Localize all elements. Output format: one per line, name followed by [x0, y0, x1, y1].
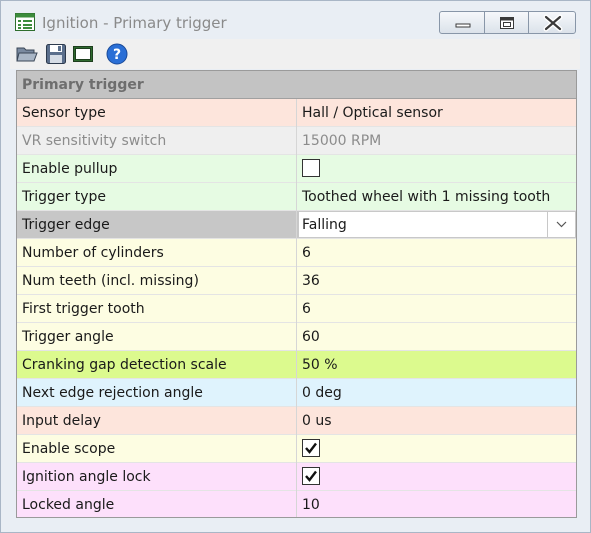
property-name: Num teeth (incl. missing)	[22, 273, 199, 289]
checkmark-icon	[305, 470, 317, 482]
close-button[interactable]	[528, 11, 576, 34]
column-divider	[296, 351, 297, 379]
property-row[interactable]: Enable pullup	[17, 155, 576, 183]
property-value[interactable]: 0 us	[302, 413, 332, 429]
checkmark-icon	[305, 442, 317, 454]
panel-icon[interactable]	[72, 43, 94, 65]
property-value[interactable]: Toothed wheel with 1 missing tooth	[302, 189, 550, 205]
property-row[interactable]: Next edge rejection angle 0 deg	[17, 379, 576, 407]
property-value[interactable]: 36	[302, 273, 320, 289]
property-value[interactable]: Hall / Optical sensor	[302, 105, 443, 121]
property-row[interactable]: Ignition angle lock	[17, 463, 576, 491]
property-name: Trigger angle	[22, 329, 114, 345]
chevron-down-icon	[556, 221, 567, 228]
property-name: Enable scope	[22, 441, 116, 457]
property-checkbox[interactable]	[302, 439, 320, 457]
property-row[interactable]: Num teeth (incl. missing) 36	[17, 267, 576, 295]
grid-border-right	[579, 70, 581, 518]
title-bar[interactable]: Ignition - Primary trigger	[1, 1, 590, 39]
property-value[interactable]: 10	[302, 497, 320, 513]
property-value[interactable]: 50 %	[302, 357, 338, 373]
column-divider	[296, 491, 297, 517]
property-window: Ignition - Primary trigger ? Primary tri…	[0, 0, 591, 533]
toolbar: ?	[10, 39, 580, 69]
column-divider	[296, 323, 297, 351]
property-row[interactable]: Locked angle 10	[17, 491, 576, 517]
property-grid: Primary trigger Sensor type Hall / Optica…	[16, 70, 577, 518]
property-name: Sensor type	[22, 105, 106, 121]
column-divider	[296, 295, 297, 323]
property-name: Number of cylinders	[22, 245, 164, 261]
column-divider	[296, 463, 297, 491]
property-name: Trigger edge	[22, 217, 110, 233]
maximize-button[interactable]	[484, 11, 529, 34]
property-name: Next edge rejection angle	[22, 385, 203, 401]
grid-header: Primary trigger	[17, 71, 576, 99]
column-divider	[296, 407, 297, 435]
property-row[interactable]: Input delay 0 us	[17, 407, 576, 435]
property-row[interactable]: Sensor type Hall / Optical sensor	[17, 99, 576, 127]
property-row[interactable]: Trigger type Toothed wheel with 1 missing…	[17, 183, 576, 211]
column-divider	[296, 183, 297, 211]
column-divider	[296, 379, 297, 407]
maximize-icon	[500, 17, 514, 29]
help-icon[interactable]: ?	[106, 43, 128, 65]
property-name: Locked angle	[22, 497, 115, 513]
column-divider	[296, 435, 297, 463]
property-row[interactable]: Cranking gap detection scale 50 %	[17, 351, 576, 379]
property-row[interactable]: Trigger angle 60	[17, 323, 576, 351]
property-name: Trigger type	[22, 189, 107, 205]
minimize-icon	[455, 23, 471, 28]
property-value[interactable]: 60	[302, 329, 320, 345]
dropdown-button[interactable]	[547, 212, 575, 237]
property-name: Cranking gap detection scale	[22, 357, 227, 373]
property-row[interactable]: Trigger edge Falling	[17, 211, 576, 239]
property-row[interactable]: Number of cylinders 6	[17, 239, 576, 267]
property-checkbox[interactable]	[302, 159, 320, 177]
property-row[interactable]: Enable scope	[17, 435, 576, 463]
column-divider	[296, 267, 297, 295]
property-value[interactable]: 6	[302, 301, 311, 317]
property-checkbox[interactable]	[302, 467, 320, 485]
property-value[interactable]: 6	[302, 245, 311, 261]
minimize-button[interactable]	[439, 11, 485, 34]
close-icon	[543, 14, 563, 32]
column-divider	[296, 155, 297, 183]
column-divider	[296, 211, 297, 239]
property-row[interactable]: VR sensitivity switch 15000 RPM	[17, 127, 576, 155]
svg-text:?: ?	[113, 47, 121, 63]
column-divider	[296, 127, 297, 155]
property-value[interactable]: 0 deg	[302, 385, 342, 401]
window-title: Ignition - Primary trigger	[42, 14, 227, 32]
app-icon	[15, 13, 35, 31]
property-name: VR sensitivity switch	[22, 133, 167, 149]
save-icon[interactable]	[45, 43, 67, 65]
property-name: Enable pullup	[22, 161, 118, 177]
property-value[interactable]: 15000 RPM	[302, 133, 381, 149]
select-value: Falling	[302, 217, 347, 233]
property-name: Input delay	[22, 413, 101, 429]
trigger-edge-select[interactable]: Falling	[298, 211, 576, 238]
grid-header-title: Primary trigger	[22, 77, 144, 93]
column-divider	[296, 239, 297, 267]
property-name: First trigger tooth	[22, 301, 145, 317]
column-divider	[296, 99, 297, 127]
open-folder-icon[interactable]	[16, 43, 38, 65]
property-row[interactable]: First trigger tooth 6	[17, 295, 576, 323]
property-name: Ignition angle lock	[22, 469, 151, 485]
